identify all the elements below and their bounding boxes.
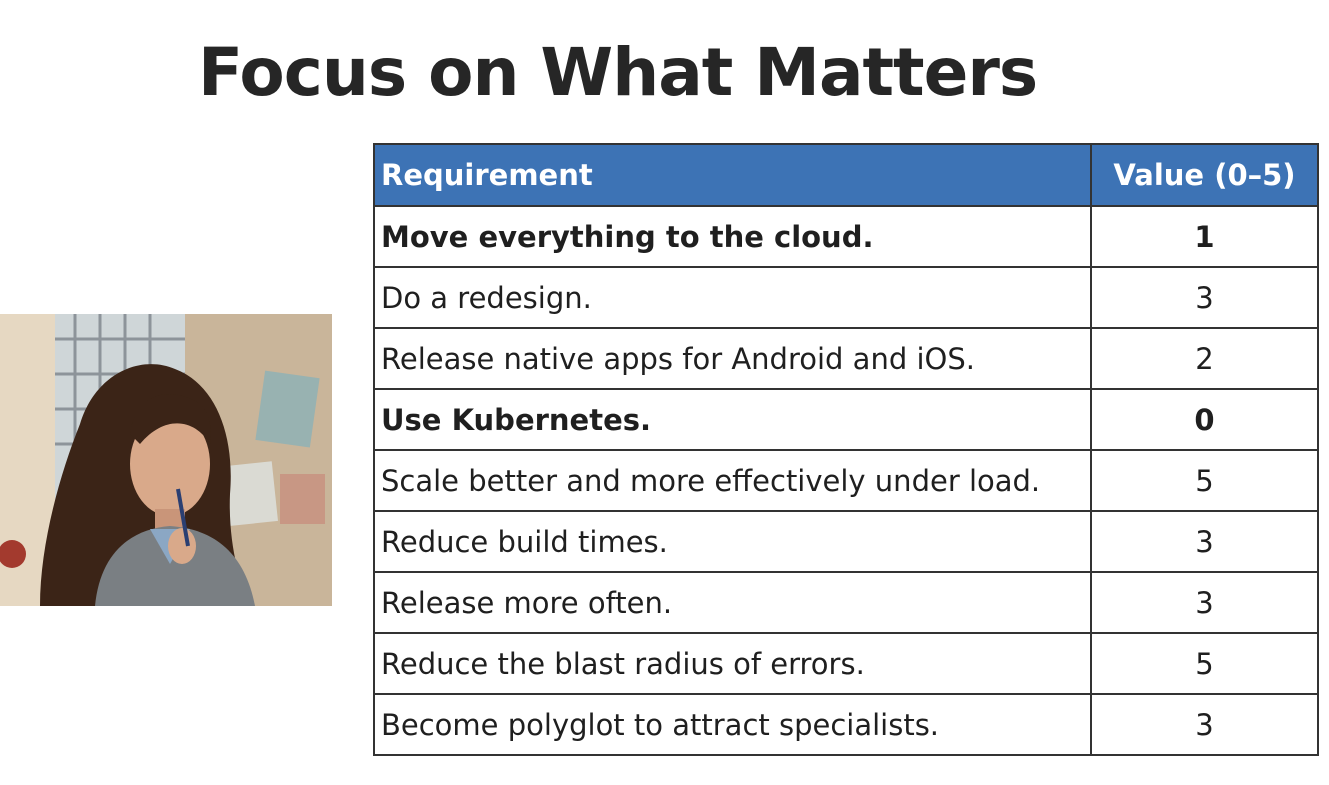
value-cell: 2 (1090, 327, 1319, 390)
requirement-cell: Do a redesign. (373, 266, 1092, 329)
table-row: Move everything to the cloud. 1 (373, 205, 1319, 268)
requirement-column-header: Requirement (373, 143, 1092, 207)
value-cell: 3 (1090, 693, 1319, 756)
table-row: Become polyglot to attract specialists. … (373, 693, 1319, 756)
table-row: Reduce the blast radius of errors. 5 (373, 632, 1319, 695)
requirement-cell: Move everything to the cloud. (373, 205, 1092, 268)
requirements-table: Requirement Value (0–5) Move everything … (373, 143, 1319, 756)
value-cell: 3 (1090, 510, 1319, 573)
value-cell: 3 (1090, 571, 1319, 634)
value-cell: 5 (1090, 449, 1319, 512)
table-row: Do a redesign. 3 (373, 266, 1319, 329)
value-cell: 1 (1090, 205, 1319, 268)
value-cell: 5 (1090, 632, 1319, 695)
requirement-cell: Scale better and more effectively under … (373, 449, 1092, 512)
value-cell: 0 (1090, 388, 1319, 451)
table-row: Release native apps for Android and iOS.… (373, 327, 1319, 390)
requirement-cell: Reduce the blast radius of errors. (373, 632, 1092, 695)
requirement-cell: Release native apps for Android and iOS. (373, 327, 1092, 390)
table-row: Scale better and more effectively under … (373, 449, 1319, 512)
table-row: Use Kubernetes. 0 (373, 388, 1319, 451)
table-row: Release more often. 3 (373, 571, 1319, 634)
table-row: Reduce build times. 3 (373, 510, 1319, 573)
requirement-cell: Reduce build times. (373, 510, 1092, 573)
slide-title: Focus on What Matters (198, 34, 1038, 111)
requirement-cell: Become polyglot to attract specialists. (373, 693, 1092, 756)
value-cell: 3 (1090, 266, 1319, 329)
requirement-cell: Release more often. (373, 571, 1092, 634)
table-header-row: Requirement Value (0–5) (373, 143, 1319, 207)
value-column-header: Value (0–5) (1090, 143, 1319, 207)
woman-thinking-photo (0, 314, 332, 606)
requirement-cell: Use Kubernetes. (373, 388, 1092, 451)
